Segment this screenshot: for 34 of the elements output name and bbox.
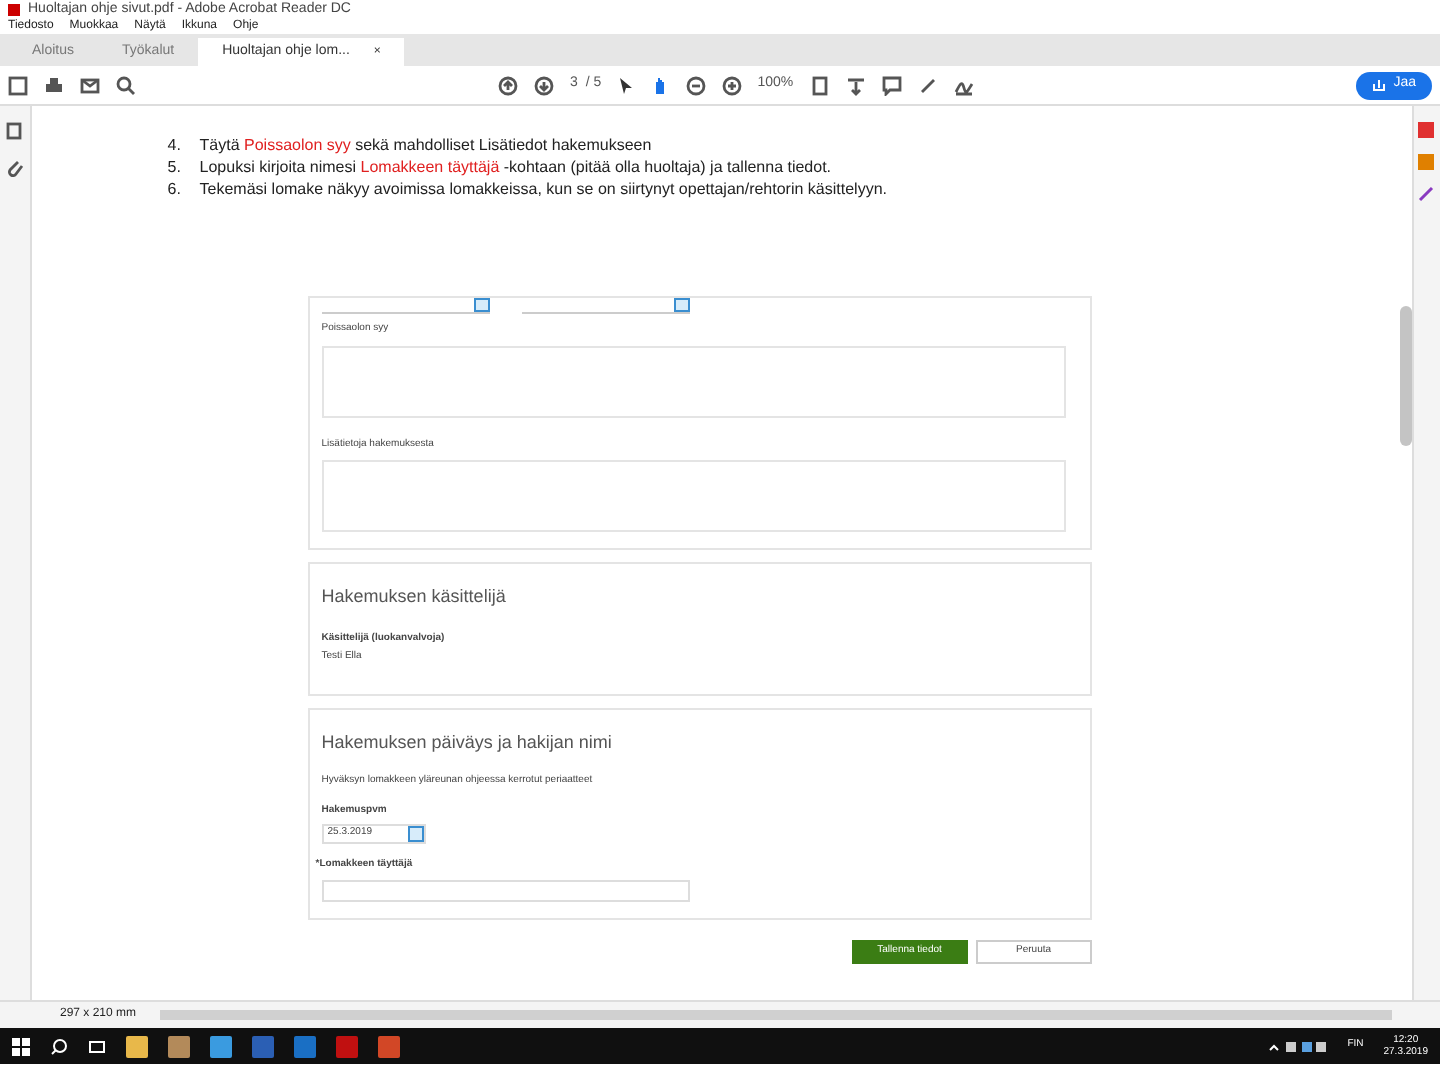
pointer-icon[interactable] [617, 75, 634, 95]
comment-icon[interactable] [881, 75, 902, 95]
task-view-icon[interactable] [88, 1037, 106, 1055]
pen-icon[interactable] [917, 75, 938, 95]
calendar-icon[interactable] [673, 298, 690, 312]
calendar-icon[interactable] [473, 298, 490, 312]
instruction-text: Tekemäsi lomake näkyy avoimissa lomakkeissa, kun se on siirtynyt opettajan/rehtorin käsittelyyn. [199, 178, 887, 200]
date-field[interactable] [521, 298, 690, 314]
share-icon [1371, 78, 1386, 92]
scrollbar-thumb[interactable] [1399, 306, 1412, 446]
tray-icon[interactable] [1267, 1039, 1328, 1053]
input-field[interactable] [321, 879, 690, 901]
section-title: Hakemuksen käsittelijä [321, 584, 508, 610]
calendar-icon[interactable] [407, 826, 424, 842]
section-title: Hakemuksen päiväys ja hakijan nimi [321, 729, 614, 756]
zoom-in-icon[interactable] [721, 75, 742, 95]
list-number: 5. [167, 156, 183, 178]
print-icon[interactable] [44, 75, 64, 95]
page-up-icon[interactable] [498, 75, 518, 95]
instruction-text: Lopuksi kirjoita nimesi Lomakkeen täyttäjä -kohtaan (pitää olla huoltaja) ja tallenna tiedot. [199, 156, 832, 178]
horizontal-scrollbar[interactable] [160, 1010, 1392, 1020]
page-down-icon[interactable] [534, 75, 554, 95]
fit-page-icon[interactable] [809, 75, 830, 95]
scroll-mode-icon[interactable] [845, 75, 866, 95]
zoom-out-icon[interactable] [685, 75, 706, 95]
attachment-icon[interactable] [5, 158, 24, 178]
list-number: 4. [167, 134, 183, 156]
instruction-text: Täytä Poissaolon syy sekä mahdolliset Lisätiedot hakemukseen [199, 134, 652, 156]
start-icon[interactable] [12, 1037, 30, 1055]
list-number: 6. [167, 178, 183, 200]
date-field[interactable] [321, 298, 490, 314]
search-icon[interactable] [50, 1037, 68, 1055]
pages-icon[interactable] [5, 122, 24, 142]
search-icon[interactable] [116, 75, 136, 95]
